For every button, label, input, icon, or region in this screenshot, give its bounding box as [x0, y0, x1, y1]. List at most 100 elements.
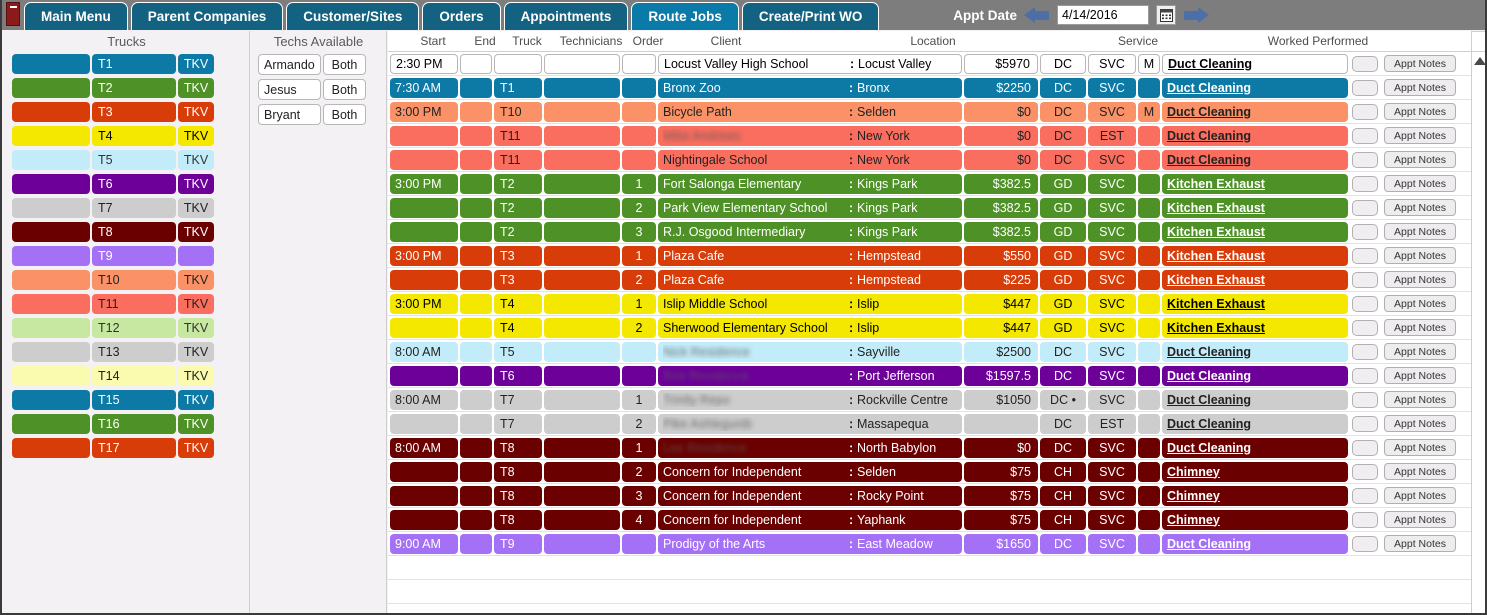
cell-service-code[interactable]: GD — [1040, 293, 1086, 314]
cell-end[interactable] — [460, 413, 492, 434]
cell-technicians[interactable] — [544, 341, 620, 362]
cell-service-code[interactable]: DC — [1040, 101, 1086, 122]
cell-client-location[interactable]: Plaza Cafe: Hempstead — [658, 269, 962, 290]
cell-m-flag[interactable] — [1138, 221, 1160, 242]
cell-end[interactable] — [460, 149, 492, 170]
row-toggle[interactable] — [1352, 247, 1378, 264]
work-performed-link[interactable]: Kitchen Exhaust — [1167, 297, 1265, 311]
cell-service-code[interactable]: GD — [1040, 269, 1086, 290]
table-row[interactable]: T6 Roe Residence: Port Jefferson $1597.5 DC S… — [388, 364, 1485, 388]
truck-tkv[interactable]: TKV — [178, 150, 214, 170]
truck-id[interactable]: T9 — [92, 246, 176, 266]
cell-order[interactable]: 2 — [622, 461, 656, 482]
cell-price[interactable]: $1050 — [964, 389, 1038, 410]
table-row[interactable]: 7:30 AM T1 Bronx Zoo: Bronx $2250 DC SVC Duct C… — [388, 76, 1485, 100]
cell-work-performed[interactable]: Duct Cleaning — [1162, 365, 1348, 386]
truck-row[interactable]: T13 TKV — [12, 342, 214, 362]
truck-row[interactable]: T4 TKV — [12, 126, 214, 146]
cell-service-type[interactable]: SVC — [1088, 389, 1136, 410]
appt-notes-button[interactable]: Appt Notes — [1384, 223, 1456, 240]
cell-order[interactable]: 3 — [622, 221, 656, 242]
cell-start[interactable]: 2:30 PM — [390, 53, 458, 74]
table-row[interactable]: 3:00 PM T3 1 Plaza Cafe: Hempstead $550 GD SVC K… — [388, 244, 1485, 268]
cell-work-performed[interactable]: Chimney — [1162, 485, 1348, 506]
cell-work-performed[interactable]: Duct Cleaning — [1162, 389, 1348, 410]
work-performed-link[interactable]: Duct Cleaning — [1167, 393, 1251, 407]
cell-client-location[interactable]: Pike Ashlegunib: Massapequa — [658, 413, 962, 434]
cell-price[interactable]: $75 — [964, 509, 1038, 530]
cell-end[interactable] — [460, 533, 492, 554]
truck-color-swatch[interactable] — [12, 414, 90, 434]
appt-notes-button[interactable]: Appt Notes — [1384, 367, 1456, 384]
appt-notes-button[interactable]: Appt Notes — [1384, 319, 1456, 336]
truck-id[interactable]: T17 — [92, 438, 176, 458]
appt-notes-button[interactable]: Appt Notes — [1384, 295, 1456, 312]
table-row[interactable]: 2:30 PM Locust Valley High School: Locust … — [388, 52, 1485, 76]
next-date-arrow-icon[interactable] — [1183, 6, 1209, 24]
truck-id[interactable]: T6 — [92, 174, 176, 194]
work-performed-link[interactable]: Duct Cleaning — [1167, 441, 1251, 455]
cell-end[interactable] — [460, 389, 492, 410]
appt-notes-button[interactable]: Appt Notes — [1384, 103, 1456, 120]
truck-id[interactable]: T2 — [92, 78, 176, 98]
work-performed-link[interactable]: Duct Cleaning — [1167, 345, 1251, 359]
cell-technicians[interactable] — [544, 269, 620, 290]
table-row[interactable]: 3:00 PM T10 Bicycle Path: Selden $0 DC SVC M Duc… — [388, 100, 1485, 124]
table-row[interactable]: T4 2 Sherwood Elementary School: Islip $447 G… — [388, 316, 1485, 340]
tech-availability[interactable]: Both — [323, 104, 366, 125]
cell-client-location[interactable]: Trinity Repo: Rockville Centre — [658, 389, 962, 410]
tech-name[interactable]: Jesus — [258, 79, 321, 100]
cell-price[interactable]: $382.5 — [964, 173, 1038, 194]
truck-id[interactable]: T11 — [92, 294, 176, 314]
cell-technicians[interactable] — [544, 101, 620, 122]
cell-end[interactable] — [460, 221, 492, 242]
cell-order[interactable]: 3 — [622, 485, 656, 506]
cell-technicians[interactable] — [544, 365, 620, 386]
cell-service-code[interactable]: DC — [1040, 533, 1086, 554]
tech-availability[interactable]: Both — [323, 79, 366, 100]
truck-tkv[interactable]: TKV — [178, 198, 214, 218]
cell-service-code[interactable]: DC — [1040, 149, 1086, 170]
appt-notes-button[interactable]: Appt Notes — [1384, 175, 1456, 192]
cell-work-performed[interactable]: Kitchen Exhaust — [1162, 317, 1348, 338]
cell-order[interactable] — [622, 125, 656, 146]
cell-work-performed[interactable]: Kitchen Exhaust — [1162, 269, 1348, 290]
appt-notes-button[interactable]: Appt Notes — [1384, 391, 1456, 408]
truck-color-swatch[interactable] — [12, 126, 90, 146]
row-toggle[interactable] — [1352, 319, 1378, 336]
cell-work-performed[interactable]: Kitchen Exhaust — [1162, 245, 1348, 266]
cell-client-location[interactable]: Park View Elementary School: Kings Park — [658, 197, 962, 218]
appt-notes-button[interactable]: Appt Notes — [1384, 343, 1456, 360]
cell-service-code[interactable]: GD — [1040, 245, 1086, 266]
cell-truck[interactable]: T8 — [494, 437, 542, 458]
tab-main-menu[interactable]: Main Menu — [24, 2, 128, 30]
cell-end[interactable] — [460, 197, 492, 218]
truck-tkv[interactable]: TKV — [178, 342, 214, 362]
truck-row[interactable]: T11 TKV — [12, 294, 214, 314]
truck-id[interactable]: T8 — [92, 222, 176, 242]
truck-tkv[interactable] — [178, 246, 214, 266]
cell-m-flag[interactable] — [1138, 125, 1160, 146]
cell-truck[interactable]: T4 — [494, 317, 542, 338]
truck-row[interactable]: T1 TKV — [12, 54, 214, 74]
cell-end[interactable] — [460, 341, 492, 362]
appt-notes-button[interactable]: Appt Notes — [1384, 151, 1456, 168]
truck-color-swatch[interactable] — [12, 270, 90, 290]
work-performed-link[interactable]: Duct Cleaning — [1167, 129, 1251, 143]
cell-end[interactable] — [460, 365, 492, 386]
cell-service-type[interactable]: SVC — [1088, 269, 1136, 290]
cell-service-code[interactable]: DC — [1040, 413, 1086, 434]
cell-end[interactable] — [460, 485, 492, 506]
truck-row[interactable]: T15 TKV — [12, 390, 214, 410]
cell-m-flag[interactable] — [1138, 389, 1160, 410]
truck-tkv[interactable]: TKV — [178, 414, 214, 434]
cell-end[interactable] — [460, 293, 492, 314]
cell-order[interactable] — [622, 365, 656, 386]
row-toggle[interactable] — [1352, 151, 1378, 168]
truck-id[interactable]: T3 — [92, 102, 176, 122]
cell-technicians[interactable] — [544, 149, 620, 170]
table-row[interactable]: T3 2 Plaza Cafe: Hempstead $225 GD SVC Kitchen … — [388, 268, 1485, 292]
cell-end[interactable] — [460, 437, 492, 458]
cell-price[interactable]: $0 — [964, 125, 1038, 146]
truck-color-swatch[interactable] — [12, 150, 90, 170]
